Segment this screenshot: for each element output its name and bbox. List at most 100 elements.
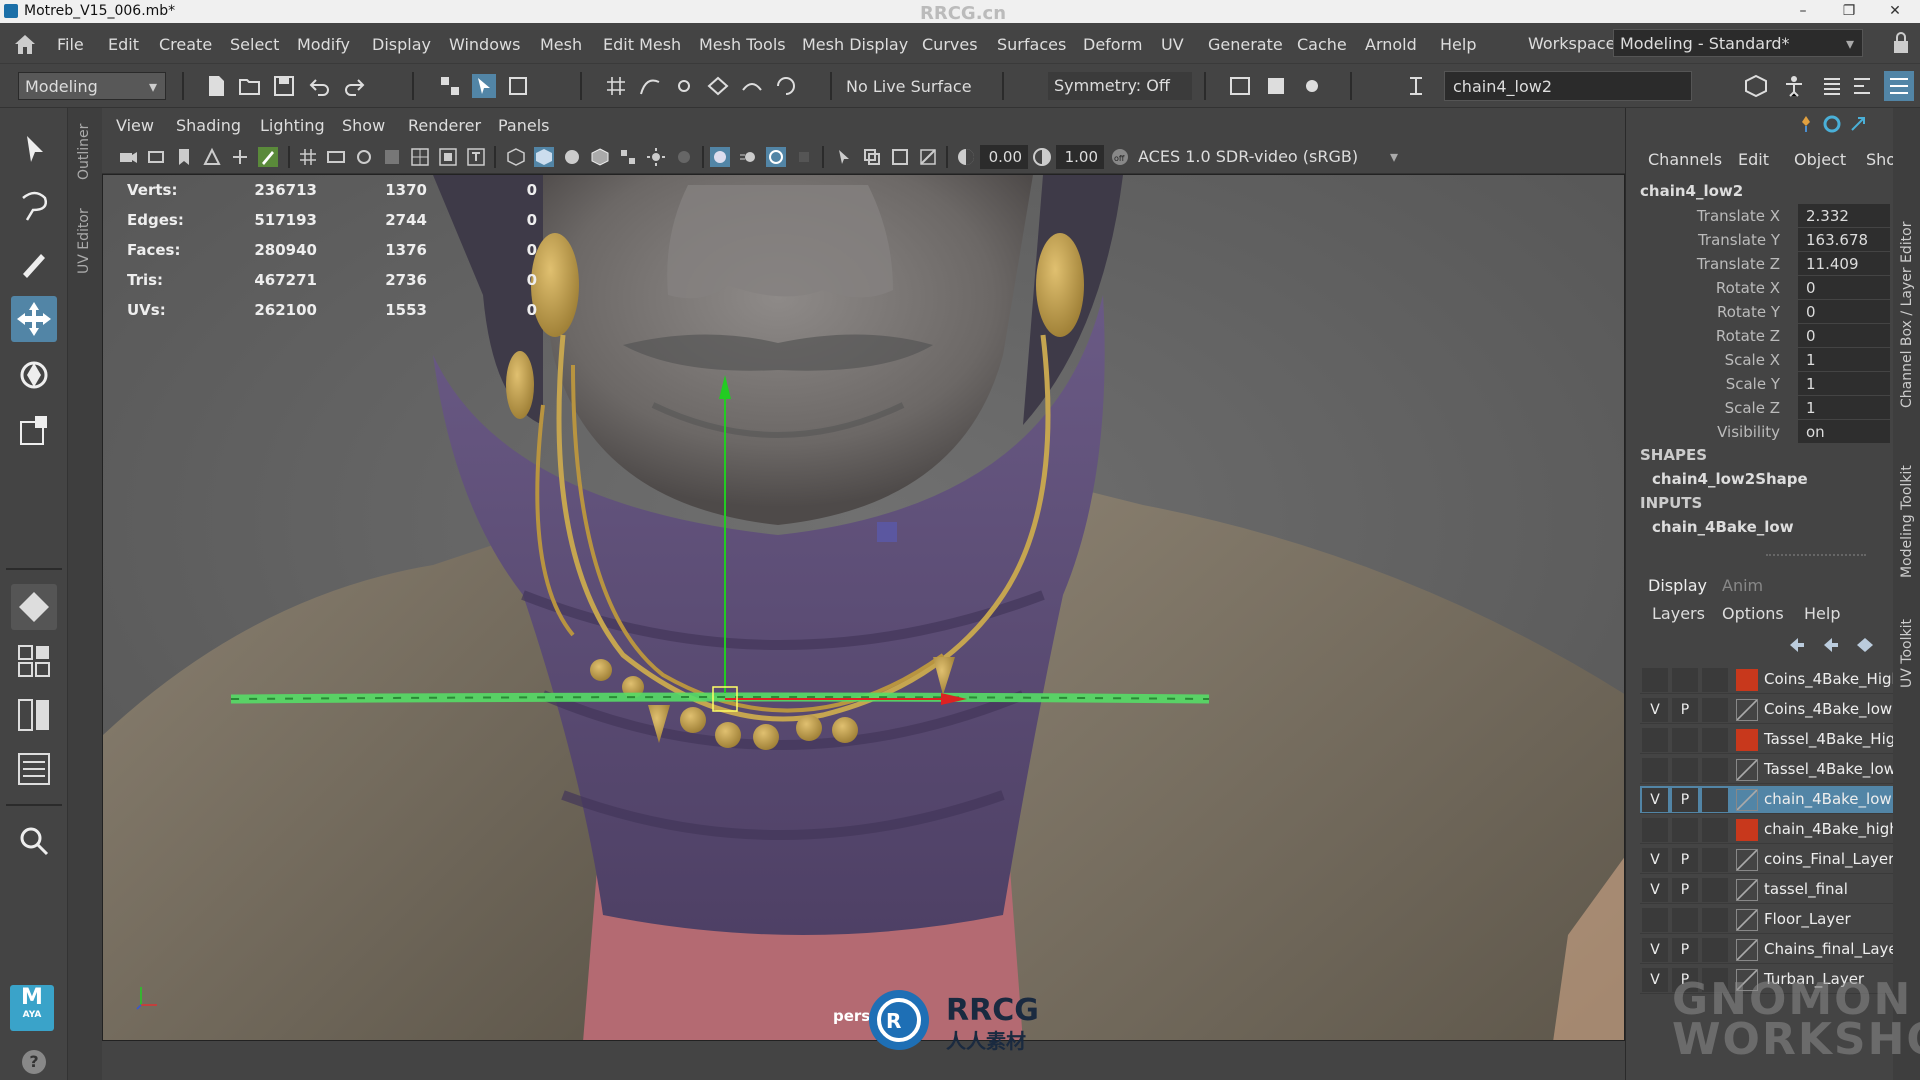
two-d-pan-icon[interactable] [230,147,250,167]
layer-row[interactable]: Coins_4Bake_High [1640,666,1894,694]
layer-color-swatch[interactable] [1736,849,1758,871]
layer-reference-toggle[interactable] [1702,878,1728,902]
default-material-icon[interactable] [562,147,582,167]
layer-playback-toggle[interactable] [1672,728,1698,752]
layer-color-swatch[interactable] [1736,699,1758,721]
paint-select-tool-icon[interactable] [11,240,57,286]
layer-visibility-toggle[interactable]: V [1642,788,1668,812]
multisample-aa-icon[interactable] [766,147,786,167]
safe-action-icon[interactable] [438,147,458,167]
layer-playback-toggle[interactable]: P [1672,698,1698,722]
film-gate-icon[interactable] [326,147,346,167]
render-current-frame-icon[interactable] [1228,74,1252,98]
layer-color-swatch[interactable] [1736,729,1758,751]
open-scene-icon[interactable] [238,74,262,98]
layer-color-swatch[interactable] [1736,819,1758,841]
image-plane-icon[interactable] [202,147,222,167]
attribute-value-field[interactable]: 1 [1798,348,1890,371]
attribute-value-field[interactable]: 0 [1798,324,1890,347]
snap-pivot-icon[interactable] [774,74,798,98]
move-layer-down-icon[interactable] [1820,634,1842,656]
viewport-scene[interactable]: Verts: 236713 1370 0 Edges: 517193 2744 0 Face… [102,174,1625,1041]
layer-playback-toggle[interactable]: P [1672,938,1698,962]
menu-select[interactable]: Select [230,35,279,54]
viewport-menu-view[interactable]: View [116,116,154,135]
layer-visibility-toggle[interactable]: V [1642,968,1668,992]
viewport-menu-renderer[interactable]: Renderer [408,116,481,135]
layer-reference-toggle[interactable] [1702,788,1728,812]
layer-row[interactable]: Floor_Layer [1640,906,1894,934]
channel-box-menu-channels[interactable]: Channels [1648,150,1722,169]
layer-visibility-toggle[interactable]: V [1642,848,1668,872]
character-controls-icon[interactable] [1782,74,1806,98]
shape-node[interactable]: chain4_low2Shape [1652,470,1808,488]
layer-visibility-toggle[interactable] [1642,758,1668,782]
menu-mesh-display[interactable]: Mesh Display [802,35,908,54]
persp-outliner-icon[interactable] [11,692,57,738]
help-icon[interactable]: ? [22,1050,46,1074]
snap-view-icon[interactable] [706,74,730,98]
grease-pencil-icon[interactable] [258,147,278,167]
viewport-menu-show[interactable]: Show [342,116,385,135]
isolate-select-icon[interactable] [834,147,854,167]
gamma-icon[interactable] [1032,147,1052,167]
layer-reference-toggle[interactable] [1702,668,1728,692]
wireframe-on-shaded-icon[interactable] [590,147,610,167]
select-component-icon[interactable] [506,74,530,98]
snap-curve-icon[interactable] [638,74,662,98]
layer-playback-toggle[interactable]: P [1672,788,1698,812]
search-icon[interactable] [11,818,57,864]
menu-mesh[interactable]: Mesh [540,35,582,54]
grid-icon[interactable] [298,147,318,167]
layer-reference-toggle[interactable] [1702,758,1728,782]
attribute-value-field[interactable]: 1 [1798,372,1890,395]
exposure-field[interactable]: 0.00 [980,145,1028,169]
viewport-menu-panels[interactable]: Panels [498,116,550,135]
input-node[interactable]: chain_4Bake_low [1652,518,1794,536]
symmetry-dropdown[interactable]: Symmetry: Off [1048,72,1192,100]
tab-anim[interactable]: Anim [1722,576,1763,595]
uv-editor-tab[interactable]: UV Editor [76,208,92,274]
home-icon[interactable] [12,32,38,56]
menu-curves[interactable]: Curves [922,35,978,54]
new-scene-icon[interactable] [204,74,228,98]
save-scene-icon[interactable] [272,74,296,98]
smooth-shade-icon[interactable] [534,147,554,167]
view-transform-select[interactable]: ACES 1.0 SDR-video (sRGB) ▾ [1134,145,1404,169]
modeling-toolkit-icon[interactable] [1744,74,1768,98]
layer-reference-toggle[interactable] [1702,908,1728,932]
layer-visibility-toggle[interactable]: V [1642,878,1668,902]
menu-surfaces[interactable]: Surfaces [997,35,1066,54]
attribute-value-field[interactable]: 2.332 [1798,204,1890,227]
xray-joints-icon[interactable] [918,147,938,167]
ipr-render-icon[interactable] [1264,74,1288,98]
object-name-field[interactable]: chain4_low2 [1444,71,1692,101]
layer-visibility-toggle[interactable] [1642,728,1668,752]
layer-menu-layers[interactable]: Layers [1652,604,1705,623]
layer-color-swatch[interactable] [1736,759,1758,781]
tool-settings-icon[interactable] [1850,74,1874,98]
layer-playback-toggle[interactable]: P [1672,878,1698,902]
menu-generate[interactable]: Generate [1208,35,1283,54]
menu-arnold[interactable]: Arnold [1365,35,1417,54]
move-tool-icon[interactable] [11,296,57,342]
viewport-menu-shading[interactable]: Shading [176,116,241,135]
layer-visibility-toggle[interactable] [1642,908,1668,932]
layer-playback-toggle[interactable] [1672,668,1698,692]
menu-cache[interactable]: Cache [1297,35,1347,54]
redo-icon[interactable] [342,74,366,98]
viewport-menu-lighting[interactable]: Lighting [260,116,325,135]
xray-active-components-icon[interactable] [890,147,910,167]
textured-icon[interactable] [618,147,638,167]
select-object-icon[interactable] [472,74,496,98]
snap-point-icon[interactable] [672,74,696,98]
layer-reference-toggle[interactable] [1702,938,1728,962]
layer-color-swatch[interactable] [1736,789,1758,811]
menu-file[interactable]: File [57,35,84,54]
input-line-icon[interactable] [1404,74,1428,98]
layer-color-swatch[interactable] [1736,939,1758,961]
xray-icon[interactable] [862,147,882,167]
layer-playback-toggle[interactable]: P [1672,848,1698,872]
camera-icon[interactable] [118,147,138,167]
menu-create[interactable]: Create [159,35,212,54]
